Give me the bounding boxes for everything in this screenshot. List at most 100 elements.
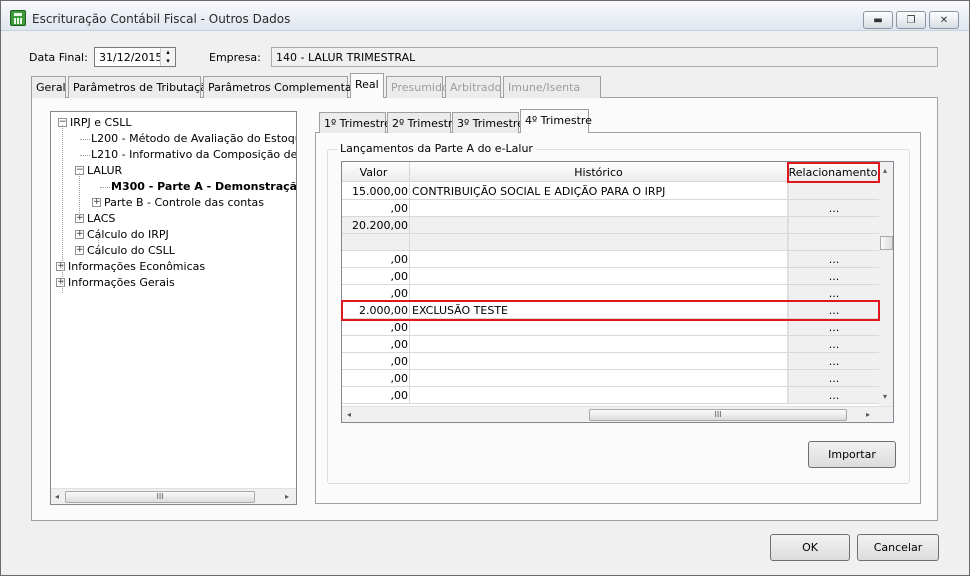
minimize-button[interactable]: ▬	[863, 11, 893, 29]
col-header-historico[interactable]: Histórico	[410, 162, 788, 182]
table-row[interactable]: ,00...	[342, 251, 879, 268]
expand-icon[interactable]: +	[56, 278, 65, 287]
cell-relacionamento[interactable]: ...	[788, 302, 879, 318]
expand-icon[interactable]: +	[75, 214, 84, 223]
col-header-valor[interactable]: Valor	[342, 162, 410, 182]
tree-item[interactable]: L210 - Informativo da Composição de Cust…	[91, 148, 296, 161]
cell-historico[interactable]	[410, 200, 788, 216]
col-header-relacionamento[interactable]: Relacionamento	[788, 162, 879, 182]
grid-scroll-thumb[interactable]: III	[589, 409, 847, 421]
cell-valor[interactable]: ,00	[342, 200, 410, 216]
table-row[interactable]: ,00...	[342, 268, 879, 285]
cell-valor[interactable]: ,00	[342, 387, 410, 403]
cell-relacionamento[interactable]: ...	[788, 268, 879, 284]
scroll-down-icon[interactable]: ▾	[883, 392, 887, 401]
expand-icon[interactable]: +	[56, 262, 65, 271]
grid-vscrollbar[interactable]: ▴ ▾	[879, 162, 893, 406]
tree-item[interactable]: Informações Econômicas	[68, 260, 205, 273]
scroll-up-icon[interactable]: ▴	[883, 166, 887, 175]
expand-icon[interactable]: +	[75, 246, 84, 255]
cell-relacionamento[interactable]: ...	[788, 319, 879, 335]
scroll-left-icon[interactable]: ◂	[55, 492, 59, 501]
cell-relacionamento[interactable]: ...	[788, 200, 879, 216]
scroll-right-icon[interactable]: ▸	[866, 410, 870, 419]
cell-relacionamento[interactable]: ...	[788, 353, 879, 369]
tree-hscrollbar[interactable]: ◂ III ▸	[51, 488, 296, 504]
cell-historico[interactable]	[410, 353, 788, 369]
cancelar-button[interactable]: Cancelar	[857, 534, 939, 561]
cell-relacionamento[interactable]	[788, 234, 879, 250]
tab-parametros-complementares[interactable]: Parâmetros Complementares	[203, 76, 368, 98]
tree-view[interactable]: − IRPJ e CSLL L200 - Método de Avaliação d…	[50, 111, 297, 505]
table-row[interactable]: ,00...	[342, 336, 879, 353]
cell-valor[interactable]: ,00	[342, 251, 410, 267]
cell-historico[interactable]	[410, 370, 788, 386]
tree-item[interactable]: L200 - Método de Avaliação do Estoque Fi…	[91, 132, 296, 145]
grid-hscrollbar[interactable]: ◂ III ▸	[342, 406, 893, 422]
scroll-left-icon[interactable]: ◂	[347, 410, 351, 419]
cell-historico[interactable]	[410, 234, 788, 250]
table-row[interactable]: 2.000,00 EXCLUSÃO TESTE...	[342, 302, 879, 319]
cell-valor[interactable]: ,00	[342, 285, 410, 301]
cell-historico[interactable]	[410, 217, 788, 233]
tree-item[interactable]: LACS	[87, 212, 115, 225]
cell-historico[interactable]	[410, 285, 788, 301]
spin-down-icon[interactable]: ▾	[161, 57, 175, 66]
tree-item[interactable]: Parte B - Controle das contas	[104, 196, 264, 209]
tab-trimestre-3[interactable]: 3º Trimestre	[452, 112, 524, 133]
cell-valor[interactable]	[342, 234, 410, 250]
ok-button[interactable]: OK	[770, 534, 850, 561]
cell-historico[interactable]	[410, 387, 788, 403]
cell-relacionamento[interactable]: ...	[788, 387, 879, 403]
expand-icon[interactable]: +	[75, 230, 84, 239]
tree-item[interactable]: M300 - Parte A - Demonstração do Lucro	[111, 180, 296, 193]
tree-item[interactable]: Cálculo do IRPJ	[87, 228, 169, 241]
tree-item[interactable]: Informações Gerais	[68, 276, 175, 289]
tree-scroll-thumb[interactable]: III	[65, 491, 255, 503]
table-row[interactable]: ,00...	[342, 200, 879, 217]
tab-trimestre-4[interactable]: 4º Trimestre	[520, 109, 592, 133]
cell-valor[interactable]: ,00	[342, 336, 410, 352]
cell-relacionamento[interactable]: ...	[788, 370, 879, 386]
lancamentos-grid[interactable]: Valor Histórico Relacionamento 15.000,00…	[341, 161, 894, 423]
cell-historico[interactable]	[410, 268, 788, 284]
cell-relacionamento[interactable]	[788, 217, 879, 233]
table-row[interactable]: ,00...	[342, 285, 879, 302]
tab-parametros-de-tributacao[interactable]: Parâmetros de Tributação	[68, 76, 214, 98]
tree-item[interactable]: LALUR	[87, 164, 122, 177]
cell-historico[interactable]	[410, 251, 788, 267]
table-row[interactable]: 20.200,00	[342, 217, 879, 234]
cell-valor[interactable]: ,00	[342, 319, 410, 335]
date-spinner[interactable]: ▴ ▾	[160, 48, 175, 66]
cell-relacionamento[interactable]: ...	[788, 336, 879, 352]
cell-valor[interactable]: ,00	[342, 370, 410, 386]
scroll-right-icon[interactable]: ▸	[285, 492, 289, 501]
cell-relacionamento[interactable]: ...	[788, 251, 879, 267]
tab-trimestre-2[interactable]: 2º Trimestre	[387, 112, 459, 133]
expand-icon[interactable]: +	[92, 198, 101, 207]
cell-historico[interactable]: CONTRIBUIÇÃO SOCIAL E ADIÇÃO PARA O IRPJ	[410, 183, 788, 199]
tree-item[interactable]: IRPJ e CSLL	[70, 116, 131, 129]
cell-historico[interactable]	[410, 336, 788, 352]
restore-button[interactable]: ❐	[896, 11, 926, 29]
table-row[interactable]: ,00...	[342, 387, 879, 404]
cell-valor[interactable]: 20.200,00	[342, 217, 410, 233]
tab-real[interactable]: Real	[350, 73, 384, 98]
importar-button[interactable]: Importar	[808, 441, 896, 468]
table-row[interactable]: 15.000,00 CONTRIBUIÇÃO SOCIAL E ADIÇÃO PA…	[342, 183, 879, 200]
table-row[interactable]: ,00...	[342, 370, 879, 387]
cell-valor[interactable]: ,00	[342, 353, 410, 369]
data-final-field[interactable]: 31/12/2015 ▴ ▾	[94, 47, 176, 67]
cell-valor[interactable]: 2.000,00	[342, 302, 410, 318]
table-row[interactable]	[342, 234, 879, 251]
cell-relacionamento[interactable]	[788, 183, 879, 199]
cell-valor[interactable]: 15.000,00	[342, 183, 410, 199]
tab-trimestre-1[interactable]: 1º Trimestre	[319, 112, 391, 133]
spin-up-icon[interactable]: ▴	[161, 48, 175, 57]
grid-vscroll-thumb[interactable]	[880, 236, 893, 250]
tree-item[interactable]: Cálculo do CSLL	[87, 244, 175, 257]
data-final-value[interactable]: 31/12/2015	[99, 51, 162, 64]
close-button[interactable]: ✕	[929, 11, 959, 29]
cell-relacionamento[interactable]: ...	[788, 285, 879, 301]
cell-historico[interactable]: EXCLUSÃO TESTE	[410, 302, 788, 318]
